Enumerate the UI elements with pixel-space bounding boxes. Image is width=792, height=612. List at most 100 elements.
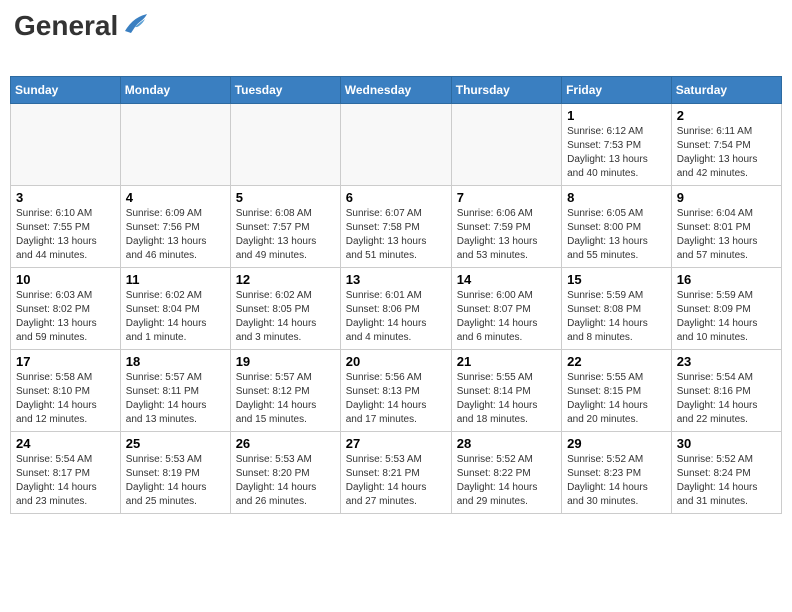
day-number: 5 — [236, 190, 335, 205]
logo-general-text: General — [14, 10, 118, 42]
calendar-cell-3-7: 16 Sunrise: 5:59 AMSunset: 8:09 PMDayligh… — [671, 268, 781, 350]
day-info: Sunrise: 6:09 AMSunset: 7:56 PMDaylight:… — [126, 207, 225, 263]
day-info: Sunrise: 5:59 AMSunset: 8:09 PMDaylight:… — [677, 289, 776, 345]
day-number: 2 — [677, 108, 776, 123]
page-header: General — [10, 10, 782, 68]
calendar-cell-1-1 — [11, 104, 121, 186]
logo: General — [14, 10, 149, 68]
day-info: Sunrise: 6:10 AMSunset: 7:55 PMDaylight:… — [16, 207, 115, 263]
day-number: 7 — [457, 190, 556, 205]
day-number: 9 — [677, 190, 776, 205]
calendar-cell-3-5: 14 Sunrise: 6:00 AMSunset: 8:07 PMDayligh… — [451, 268, 561, 350]
calendar-cell-3-1: 10 Sunrise: 6:03 AMSunset: 8:02 PMDayligh… — [11, 268, 121, 350]
calendar-cell-4-3: 19Sunrise: 5:57 AMSunset: 8:12 PMDayligh… — [230, 350, 340, 432]
day-info: Sunrise: 6:03 AMSunset: 8:02 PMDaylight:… — [16, 289, 115, 345]
day-number: 16 — [677, 272, 776, 287]
calendar-cell-5-3: 26 Sunrise: 5:53 AMSunset: 8:20 PMDayligh… — [230, 432, 340, 514]
weekday-header-tuesday: Tuesday — [230, 77, 340, 104]
calendar-cell-4-6: 22 Sunrise: 5:55 AMSunset: 8:15 PMDayligh… — [562, 350, 672, 432]
calendar-cell-1-6: 1 Sunrise: 6:12 AMSunset: 7:53 PMDaylight… — [562, 104, 672, 186]
day-number: 24 — [16, 436, 115, 451]
calendar-cell-4-2: 18 Sunrise: 5:57 AMSunset: 8:11 PMDayligh… — [120, 350, 230, 432]
day-number: 10 — [16, 272, 115, 287]
day-number: 28 — [457, 436, 556, 451]
day-info: Sunrise: 6:04 AMSunset: 8:01 PMDaylight:… — [677, 207, 776, 263]
calendar-week-row-1: 1 Sunrise: 6:12 AMSunset: 7:53 PMDaylight… — [11, 104, 782, 186]
day-number: 26 — [236, 436, 335, 451]
day-number: 14 — [457, 272, 556, 287]
weekday-header-thursday: Thursday — [451, 77, 561, 104]
day-number: 22 — [567, 354, 666, 369]
day-number: 25 — [126, 436, 225, 451]
day-number: 29 — [567, 436, 666, 451]
calendar-cell-2-1: 3 Sunrise: 6:10 AMSunset: 7:55 PMDaylight… — [11, 186, 121, 268]
calendar-cell-3-6: 15 Sunrise: 5:59 AMSunset: 8:08 PMDayligh… — [562, 268, 672, 350]
day-number: 15 — [567, 272, 666, 287]
calendar-cell-2-5: 7Sunrise: 6:06 AMSunset: 7:59 PMDaylight… — [451, 186, 561, 268]
calendar-cell-3-3: 12Sunrise: 6:02 AMSunset: 8:05 PMDayligh… — [230, 268, 340, 350]
weekday-header-sunday: Sunday — [11, 77, 121, 104]
calendar-cell-1-2 — [120, 104, 230, 186]
calendar-cell-5-5: 28 Sunrise: 5:52 AMSunset: 8:22 PMDayligh… — [451, 432, 561, 514]
calendar-cell-5-4: 27 Sunrise: 5:53 AMSunset: 8:21 PMDayligh… — [340, 432, 451, 514]
day-number: 6 — [346, 190, 446, 205]
calendar-cell-5-2: 25Sunrise: 5:53 AMSunset: 8:19 PMDayligh… — [120, 432, 230, 514]
day-info: Sunrise: 5:52 AMSunset: 8:24 PMDaylight:… — [677, 453, 776, 509]
logo-bird-icon — [121, 13, 149, 35]
day-info: Sunrise: 5:57 AMSunset: 8:12 PMDaylight:… — [236, 371, 335, 427]
day-number: 23 — [677, 354, 776, 369]
calendar-cell-4-7: 23Sunrise: 5:54 AMSunset: 8:16 PMDayligh… — [671, 350, 781, 432]
day-number: 21 — [457, 354, 556, 369]
day-info: Sunrise: 6:07 AMSunset: 7:58 PMDaylight:… — [346, 207, 446, 263]
day-info: Sunrise: 5:59 AMSunset: 8:08 PMDaylight:… — [567, 289, 666, 345]
day-info: Sunrise: 5:54 AMSunset: 8:17 PMDaylight:… — [16, 453, 115, 509]
day-number: 4 — [126, 190, 225, 205]
weekday-header-row: SundayMondayTuesdayWednesdayThursdayFrid… — [11, 77, 782, 104]
day-info: Sunrise: 5:53 AMSunset: 8:20 PMDaylight:… — [236, 453, 335, 509]
calendar-cell-2-6: 8Sunrise: 6:05 AMSunset: 8:00 PMDaylight… — [562, 186, 672, 268]
day-info: Sunrise: 5:58 AMSunset: 8:10 PMDaylight:… — [16, 371, 115, 427]
day-number: 1 — [567, 108, 666, 123]
day-info: Sunrise: 5:52 AMSunset: 8:23 PMDaylight:… — [567, 453, 666, 509]
calendar-cell-1-5 — [451, 104, 561, 186]
day-number: 11 — [126, 272, 225, 287]
calendar-cell-2-2: 4 Sunrise: 6:09 AMSunset: 7:56 PMDaylight… — [120, 186, 230, 268]
weekday-header-monday: Monday — [120, 77, 230, 104]
calendar-cell-1-7: 2 Sunrise: 6:11 AMSunset: 7:54 PMDaylight… — [671, 104, 781, 186]
calendar-cell-5-1: 24 Sunrise: 5:54 AMSunset: 8:17 PMDayligh… — [11, 432, 121, 514]
calendar-cell-3-4: 13Sunrise: 6:01 AMSunset: 8:06 PMDayligh… — [340, 268, 451, 350]
calendar-table: SundayMondayTuesdayWednesdayThursdayFrid… — [10, 76, 782, 514]
day-info: Sunrise: 6:01 AMSunset: 8:06 PMDaylight:… — [346, 289, 446, 345]
calendar-cell-2-7: 9 Sunrise: 6:04 AMSunset: 8:01 PMDaylight… — [671, 186, 781, 268]
calendar-cell-2-4: 6 Sunrise: 6:07 AMSunset: 7:58 PMDaylight… — [340, 186, 451, 268]
day-info: Sunrise: 5:57 AMSunset: 8:11 PMDaylight:… — [126, 371, 225, 427]
day-info: Sunrise: 5:53 AMSunset: 8:21 PMDaylight:… — [346, 453, 446, 509]
calendar-cell-1-4 — [340, 104, 451, 186]
day-number: 30 — [677, 436, 776, 451]
day-info: Sunrise: 6:02 AMSunset: 8:05 PMDaylight:… — [236, 289, 335, 345]
weekday-header-saturday: Saturday — [671, 77, 781, 104]
day-number: 18 — [126, 354, 225, 369]
day-info: Sunrise: 6:05 AMSunset: 8:00 PMDaylight:… — [567, 207, 666, 263]
day-info: Sunrise: 5:55 AMSunset: 8:15 PMDaylight:… — [567, 371, 666, 427]
day-info: Sunrise: 6:02 AMSunset: 8:04 PMDaylight:… — [126, 289, 225, 345]
day-info: Sunrise: 6:00 AMSunset: 8:07 PMDaylight:… — [457, 289, 556, 345]
calendar-week-row-3: 10 Sunrise: 6:03 AMSunset: 8:02 PMDayligh… — [11, 268, 782, 350]
calendar-week-row-5: 24 Sunrise: 5:54 AMSunset: 8:17 PMDayligh… — [11, 432, 782, 514]
day-number: 3 — [16, 190, 115, 205]
day-number: 27 — [346, 436, 446, 451]
day-info: Sunrise: 5:52 AMSunset: 8:22 PMDaylight:… — [457, 453, 556, 509]
calendar-week-row-4: 17 Sunrise: 5:58 AMSunset: 8:10 PMDayligh… — [11, 350, 782, 432]
calendar-cell-3-2: 11 Sunrise: 6:02 AMSunset: 8:04 PMDayligh… — [120, 268, 230, 350]
calendar-cell-4-1: 17 Sunrise: 5:58 AMSunset: 8:10 PMDayligh… — [11, 350, 121, 432]
day-info: Sunrise: 5:55 AMSunset: 8:14 PMDaylight:… — [457, 371, 556, 427]
calendar-week-row-2: 3 Sunrise: 6:10 AMSunset: 7:55 PMDaylight… — [11, 186, 782, 268]
calendar-cell-5-6: 29 Sunrise: 5:52 AMSunset: 8:23 PMDayligh… — [562, 432, 672, 514]
calendar-cell-4-4: 20Sunrise: 5:56 AMSunset: 8:13 PMDayligh… — [340, 350, 451, 432]
day-info: Sunrise: 6:12 AMSunset: 7:53 PMDaylight:… — [567, 125, 666, 181]
day-info: Sunrise: 6:11 AMSunset: 7:54 PMDaylight:… — [677, 125, 776, 181]
day-number: 17 — [16, 354, 115, 369]
calendar-cell-5-7: 30 Sunrise: 5:52 AMSunset: 8:24 PMDayligh… — [671, 432, 781, 514]
calendar-cell-4-5: 21 Sunrise: 5:55 AMSunset: 8:14 PMDayligh… — [451, 350, 561, 432]
weekday-header-wednesday: Wednesday — [340, 77, 451, 104]
